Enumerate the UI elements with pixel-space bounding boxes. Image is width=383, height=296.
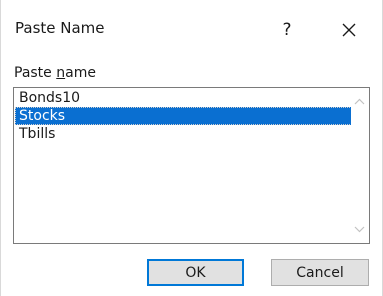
dialog-title: Paste Name bbox=[15, 19, 105, 37]
help-button[interactable]: ? bbox=[269, 12, 305, 48]
paste-name-label-suffix: ame bbox=[65, 65, 96, 81]
vertical-scrollbar[interactable] bbox=[351, 89, 368, 242]
title-bar: Paste Name ? bbox=[1, 0, 382, 62]
paste-name-label-prefix: Paste bbox=[14, 65, 57, 81]
close-icon bbox=[342, 23, 356, 37]
ok-button[interactable]: OK bbox=[147, 259, 244, 286]
paste-name-dialog: Paste Name ? Paste name Bonds10 Stocks T… bbox=[0, 0, 383, 296]
scroll-up-button[interactable] bbox=[351, 93, 368, 110]
close-button[interactable] bbox=[329, 12, 369, 48]
cancel-button[interactable]: Cancel bbox=[271, 259, 369, 286]
chevron-up-icon bbox=[354, 98, 365, 105]
chevron-down-icon bbox=[354, 226, 365, 233]
list-item-bonds10[interactable]: Bonds10 bbox=[15, 89, 352, 107]
name-list: Bonds10 Stocks Tbills bbox=[15, 89, 352, 242]
list-item-stocks[interactable]: Stocks bbox=[15, 107, 352, 125]
paste-name-listbox[interactable]: Bonds10 Stocks Tbills bbox=[13, 87, 370, 244]
paste-name-label-accelerator: n bbox=[56, 65, 66, 81]
list-item-tbills[interactable]: Tbills bbox=[15, 125, 352, 143]
paste-name-label: Paste name bbox=[14, 65, 96, 81]
scroll-down-button[interactable] bbox=[351, 221, 368, 238]
